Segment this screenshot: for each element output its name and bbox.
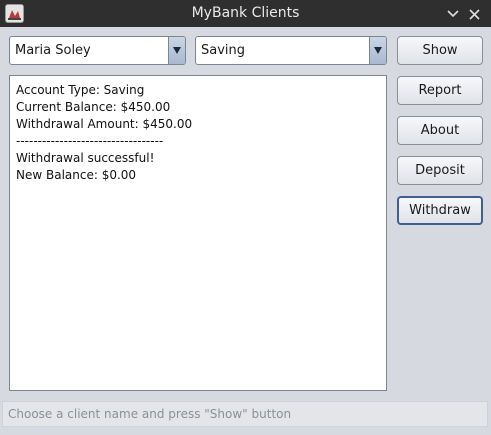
title-bar: MyBank Clients <box>0 0 491 27</box>
output-text-area[interactable]: Account Type: Saving Current Balance: $4… <box>9 75 387 391</box>
account-type-combo[interactable]: Saving <box>195 36 387 65</box>
output-line: Current Balance: $450.00 <box>16 100 171 114</box>
client-name-value: Maria Soley <box>15 43 91 58</box>
minimize-icon[interactable] <box>443 4 463 24</box>
account-type-value: Saving <box>201 43 246 58</box>
deposit-button[interactable]: Deposit <box>397 156 483 185</box>
output-line: New Balance: $0.00 <box>16 168 137 182</box>
window-title: MyBank Clients <box>191 5 300 21</box>
withdraw-button[interactable]: Withdraw <box>397 196 483 225</box>
output-separator: ---------------------------------- <box>16 134 164 148</box>
output-line: Account Type: Saving <box>16 83 145 97</box>
chevron-down-icon[interactable] <box>369 37 386 64</box>
show-button[interactable]: Show <box>397 36 483 65</box>
chevron-down-icon[interactable] <box>168 37 185 64</box>
close-icon[interactable] <box>464 4 484 24</box>
report-button[interactable]: Report <box>397 76 483 105</box>
app-window: MyBank Clients Maria Soley Saving Show R… <box>0 0 491 435</box>
about-button[interactable]: About <box>397 116 483 145</box>
client-name-combo[interactable]: Maria Soley <box>9 36 186 65</box>
status-bar: Choose a client name and press "Show" bu… <box>2 401 488 427</box>
output-line: Withdrawal Amount: $450.00 <box>16 117 193 131</box>
output-line: Withdrawal successful! <box>16 151 155 165</box>
